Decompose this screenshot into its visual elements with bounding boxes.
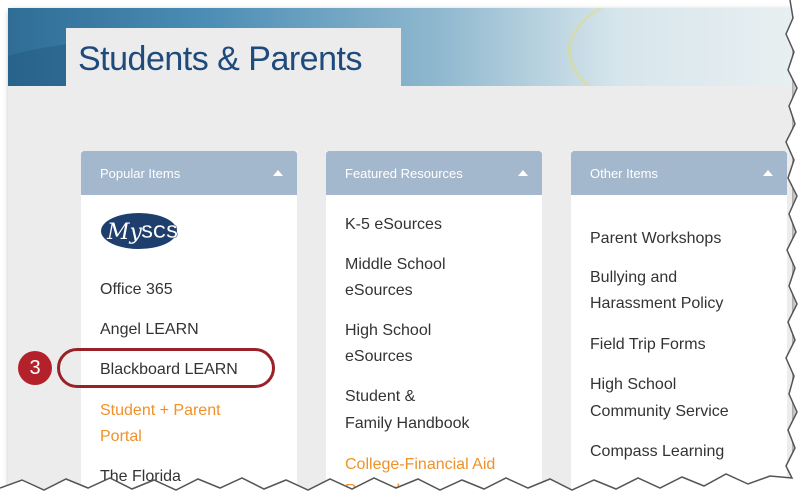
- link-bullying-harassment-policy[interactable]: Bullying and: [590, 265, 677, 291]
- panel-header-popular-items[interactable]: Popular Items: [81, 151, 297, 195]
- screenshot-frame: Students & Parents Popular Items My SCS …: [8, 8, 792, 494]
- collapse-caret-icon[interactable]: [763, 170, 773, 176]
- link-call-for-help[interactable]: Call for Help: [618, 479, 706, 494]
- step-number-badge: 3: [18, 351, 52, 385]
- link-college-financial-aid-line2[interactable]: Related: [345, 478, 400, 494]
- collapse-caret-icon[interactable]: [273, 170, 283, 176]
- link-office-365[interactable]: Office 365: [100, 277, 173, 303]
- collapse-caret-icon[interactable]: [518, 170, 528, 176]
- link-compass-learning[interactable]: Compass Learning: [590, 439, 724, 465]
- link-k5-esources[interactable]: K-5 eSources: [345, 212, 442, 238]
- svg-text:SCS: SCS: [141, 222, 178, 242]
- panel-featured-resources: Featured Resources K-5 eSources Middle S…: [326, 151, 542, 494]
- link-angel-learn[interactable]: Angel LEARN: [100, 317, 199, 343]
- link-parent-workshops[interactable]: Parent Workshops: [590, 226, 721, 252]
- link-student-family-handbook[interactable]: Student &: [345, 384, 415, 410]
- link-student-parent-portal[interactable]: Student + Parent: [100, 398, 221, 424]
- link-college-financial-aid[interactable]: College-Financial Aid: [345, 452, 495, 478]
- link-middle-school-esources[interactable]: Middle School: [345, 252, 446, 278]
- panel-header-label: Featured Resources: [345, 166, 463, 181]
- myscs-logo[interactable]: My SCS: [99, 209, 191, 253]
- panel-header-label: Other Items: [590, 166, 658, 181]
- panel-popular-items: Popular Items My SCS Office 365 Angel LE…: [81, 151, 297, 494]
- link-middle-school-esources-line2[interactable]: eSources: [345, 278, 413, 304]
- link-high-school-esources[interactable]: High School: [345, 318, 431, 344]
- link-high-school-esources-line2[interactable]: eSources: [345, 344, 413, 370]
- link-student-parent-portal-line2[interactable]: Portal: [100, 424, 142, 450]
- link-field-trip-forms[interactable]: Field Trip Forms: [590, 332, 706, 358]
- link-high-school-community-service[interactable]: High School: [590, 372, 676, 398]
- svg-text:My: My: [106, 220, 143, 245]
- panel-header-featured-resources[interactable]: Featured Resources: [326, 151, 542, 195]
- link-student-family-handbook-line2[interactable]: Family Handbook: [345, 411, 470, 437]
- highlight-ring: [57, 348, 275, 388]
- link-the-florida[interactable]: The Florida: [100, 464, 181, 490]
- page-title: Students & Parents: [78, 40, 362, 78]
- panel-header-other-items[interactable]: Other Items: [571, 151, 787, 195]
- panel-other-items: Other Items Parent Workshops Bullying an…: [571, 151, 787, 494]
- link-high-school-community-service-line2[interactable]: Community Service: [590, 399, 729, 425]
- link-bullying-harassment-policy-line2[interactable]: Harassment Policy: [590, 291, 723, 317]
- panel-header-label: Popular Items: [100, 166, 181, 181]
